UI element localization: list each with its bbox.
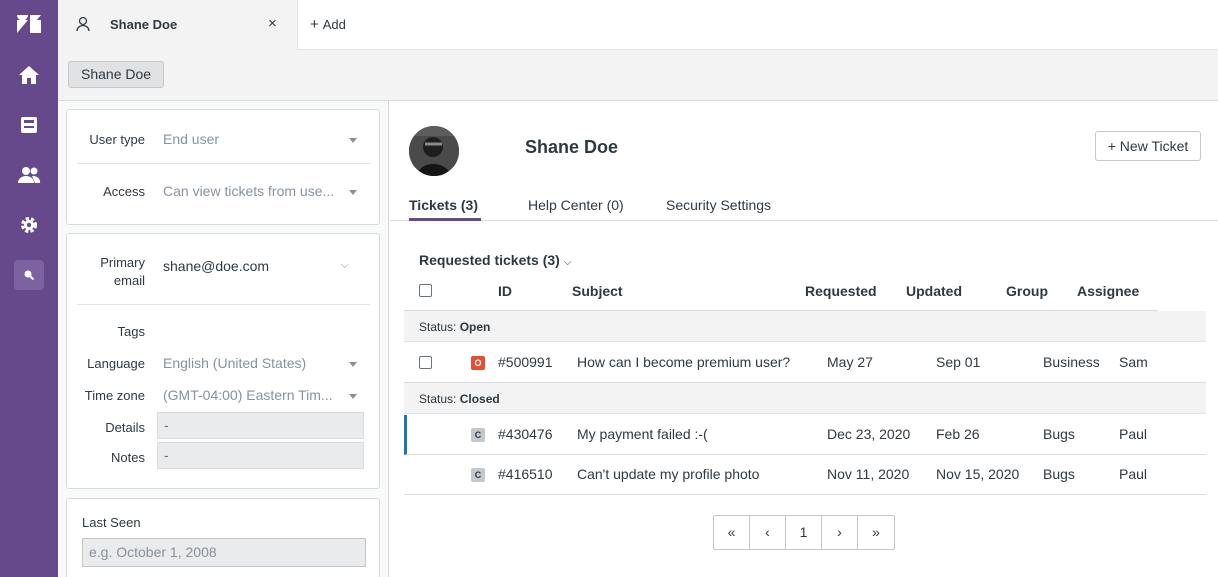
ticket-subject[interactable]: Can't update my profile photo bbox=[577, 466, 759, 482]
user-type-select[interactable]: End user bbox=[163, 131, 219, 147]
avatar bbox=[409, 126, 459, 176]
plus-icon: + bbox=[310, 16, 319, 33]
details-field[interactable]: - bbox=[157, 412, 364, 439]
ticket-subject[interactable]: My payment failed :-( bbox=[577, 426, 708, 442]
column-group[interactable]: Group bbox=[1006, 283, 1048, 299]
tab-security-settings[interactable]: Security Settings bbox=[666, 197, 771, 213]
chevron-down-icon: ⌵ bbox=[563, 257, 572, 268]
last-page-button[interactable]: » bbox=[858, 516, 894, 549]
ticket-requested: Dec 23, 2020 bbox=[827, 426, 911, 442]
last-seen-label: Last Seen bbox=[82, 515, 141, 530]
ticket-updated: Sep 01 bbox=[936, 354, 981, 370]
column-updated[interactable]: Updated bbox=[906, 283, 962, 299]
primary-email-label: Primary email bbox=[100, 255, 145, 288]
column-assignee[interactable]: Assignee bbox=[1077, 283, 1139, 299]
tags-label: Tags bbox=[117, 324, 145, 339]
requested-tickets-dropdown[interactable]: Requested tickets (3) ⌵ bbox=[419, 252, 571, 268]
column-requested[interactable]: Requested bbox=[805, 283, 877, 299]
table-row[interactable]: C #416510 Can't update my profile photo … bbox=[404, 455, 1206, 495]
user-icon bbox=[76, 16, 90, 35]
tickets-table-header: ID Subject Requested Updated Group Assig… bbox=[404, 277, 1158, 311]
ticket-id[interactable]: #430476 bbox=[498, 426, 553, 442]
language-select[interactable]: English (United States) bbox=[163, 355, 306, 371]
add-tab-button[interactable]: + Add bbox=[310, 16, 346, 33]
primary-email-value[interactable]: shane@doe.com bbox=[163, 258, 269, 274]
status-badge: O bbox=[471, 356, 485, 370]
column-subject[interactable]: Subject bbox=[572, 283, 623, 299]
settings-gear-icon[interactable] bbox=[14, 210, 44, 240]
add-tab-label: Add bbox=[322, 17, 346, 32]
access-select[interactable]: Can view tickets from use... bbox=[163, 183, 334, 199]
chevron-down-icon[interactable]: ⌵ bbox=[341, 259, 349, 272]
details-label: Details bbox=[105, 420, 145, 435]
dropdown-caret-icon bbox=[349, 394, 357, 399]
ticket-updated: Nov 15, 2020 bbox=[936, 466, 1020, 482]
status-group-open: Status: Open bbox=[404, 311, 1206, 342]
ticket-id[interactable]: #500991 bbox=[498, 354, 553, 370]
ticket-group: Bugs bbox=[1043, 426, 1075, 442]
views-inbox-icon[interactable] bbox=[14, 110, 44, 140]
home-icon[interactable] bbox=[14, 60, 44, 90]
ticket-updated: Feb 26 bbox=[936, 426, 980, 442]
status-badge: C bbox=[471, 468, 485, 482]
ticket-group: Bugs bbox=[1043, 466, 1075, 482]
user-type-label: User type bbox=[89, 132, 145, 147]
timezone-select[interactable]: (GMT-04:00) Eastern Tim... bbox=[163, 387, 333, 403]
dropdown-caret-icon bbox=[349, 190, 357, 195]
search-icon[interactable] bbox=[14, 260, 44, 290]
close-tab-icon[interactable]: × bbox=[268, 15, 277, 32]
user-info-card: Primary email shane@doe.com ⌵ Tags Langua… bbox=[66, 233, 380, 489]
timezone-label: Time zone bbox=[84, 388, 145, 403]
ticket-requested: Nov 11, 2020 bbox=[827, 466, 910, 482]
status-group-closed: Status: Closed bbox=[404, 383, 1206, 414]
user-tab[interactable]: Shane Doe × bbox=[58, 0, 298, 50]
top-tab-bar: Shane Doe × + Add bbox=[58, 0, 1218, 50]
column-id[interactable]: ID bbox=[498, 283, 512, 299]
notes-label: Notes bbox=[111, 450, 145, 465]
user-main-panel: Shane Doe + New Ticket Tickets (3) Help … bbox=[390, 101, 1218, 577]
customers-icon[interactable] bbox=[14, 160, 44, 190]
table-row[interactable]: O #500991 How can I become premium user?… bbox=[404, 343, 1206, 383]
tabs-divider bbox=[390, 220, 1218, 221]
profile-name: Shane Doe bbox=[525, 137, 619, 157]
ticket-id[interactable]: #416510 bbox=[498, 466, 553, 482]
ticket-assignee: Sam bbox=[1119, 354, 1148, 370]
first-page-button[interactable]: « bbox=[714, 516, 750, 549]
language-label: Language bbox=[87, 356, 145, 371]
breadcrumb-user[interactable]: Shane Doe bbox=[68, 61, 165, 88]
dropdown-caret-icon bbox=[349, 138, 357, 143]
tab-tickets[interactable]: Tickets (3) bbox=[409, 197, 478, 213]
row-checkbox[interactable] bbox=[419, 356, 432, 369]
ticket-assignee: Paul bbox=[1119, 426, 1148, 442]
active-tab-indicator bbox=[409, 218, 481, 221]
previous-page-button[interactable]: ‹ bbox=[750, 516, 786, 549]
new-ticket-button[interactable]: + New Ticket bbox=[1095, 131, 1201, 161]
user-tab-label: Shane Doe bbox=[110, 17, 178, 32]
status-badge: C bbox=[471, 428, 485, 442]
main-nav bbox=[0, 0, 58, 577]
page-1-button[interactable]: 1 bbox=[786, 516, 822, 549]
ticket-subject[interactable]: How can I become premium user? bbox=[577, 354, 790, 370]
user-role-card: User type End user Access Can view ticke… bbox=[66, 109, 380, 225]
sub-header: Shane Doe bbox=[58, 50, 1218, 101]
dropdown-caret-icon bbox=[349, 362, 357, 367]
last-seen-card: Last Seen e.g. October 1, 2008 bbox=[66, 498, 380, 577]
select-all-checkbox[interactable] bbox=[419, 284, 432, 297]
zendesk-logo-icon[interactable] bbox=[15, 12, 43, 36]
table-row[interactable]: C #430476 My payment failed :-( Dec 23, … bbox=[404, 415, 1206, 455]
access-label: Access bbox=[103, 184, 145, 199]
divider bbox=[77, 304, 370, 305]
pagination: « ‹ 1 › » bbox=[713, 515, 895, 550]
ticket-group: Business bbox=[1043, 354, 1100, 370]
ticket-requested: May 27 bbox=[827, 354, 873, 370]
next-page-button[interactable]: › bbox=[822, 516, 858, 549]
divider bbox=[77, 163, 370, 164]
last-seen-input[interactable]: e.g. October 1, 2008 bbox=[82, 538, 366, 567]
ticket-assignee: Paul bbox=[1119, 466, 1148, 482]
notes-field[interactable]: - bbox=[157, 442, 364, 469]
tab-help-center[interactable]: Help Center (0) bbox=[528, 197, 624, 213]
user-details-panel: User type End user Access Can view ticke… bbox=[58, 101, 389, 577]
